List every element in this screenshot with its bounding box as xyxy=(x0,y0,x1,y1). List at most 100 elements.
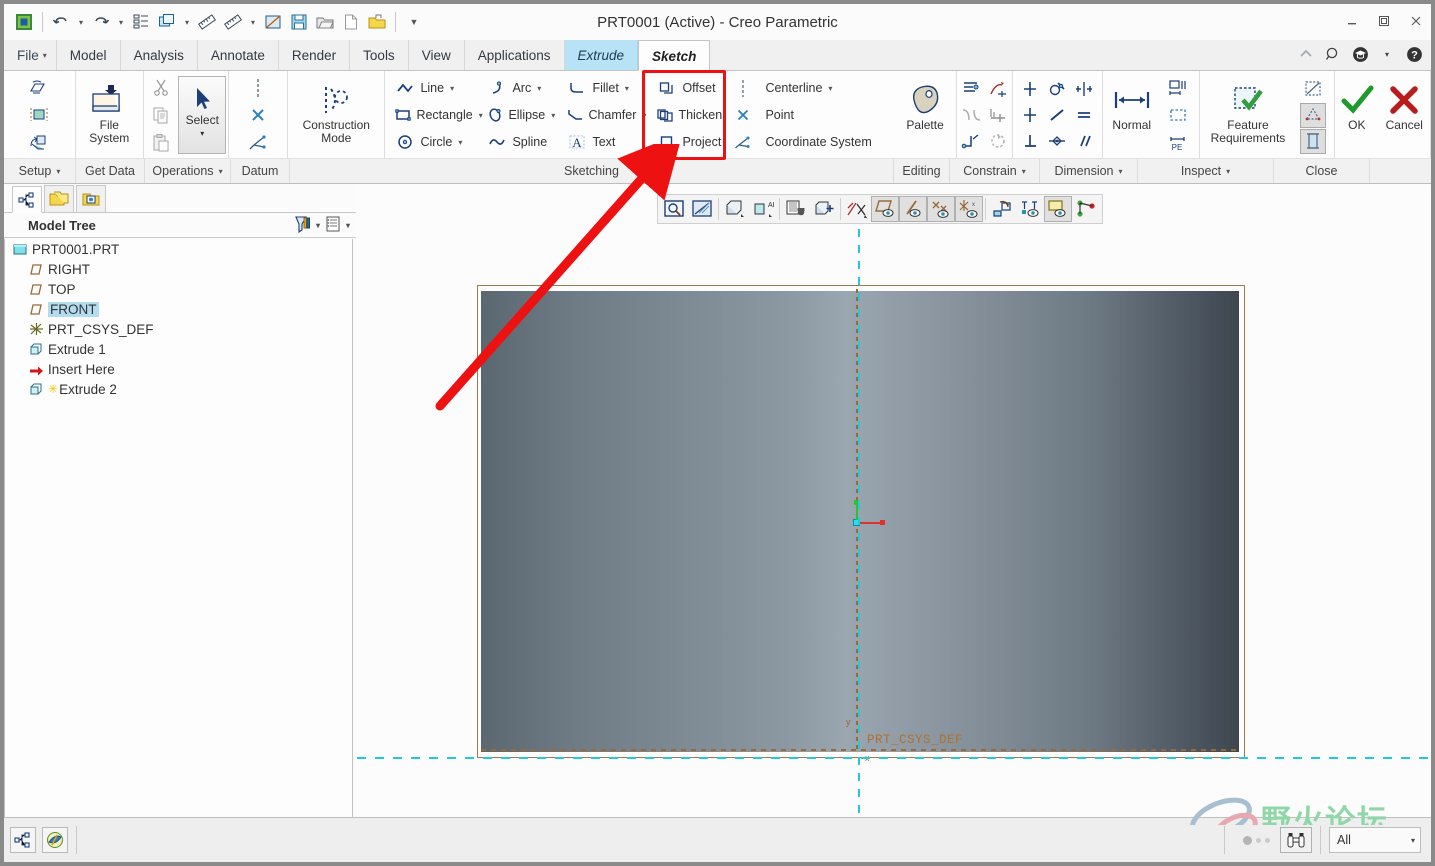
graduation-help-icon[interactable] xyxy=(1351,45,1369,63)
sketch-plane-display-icon[interactable] xyxy=(1044,196,1072,222)
constrain-caret-icon[interactable]: ▾ xyxy=(1022,167,1026,176)
feature-requirements-button[interactable]: Feature Requirements xyxy=(1202,75,1294,155)
coordinate-system-menu-item[interactable]: Coordinate System xyxy=(761,129,888,155)
model-tree[interactable]: PRT0001.PRT RIGHT TOP FRONT PRT_CSYS_DEF… xyxy=(4,239,353,825)
app-logo-icon[interactable] xyxy=(12,10,36,34)
rectangle-menu-item[interactable]: Rectangle ▾ xyxy=(391,102,483,128)
favorites-tab[interactable] xyxy=(76,185,106,212)
paste-icon[interactable] xyxy=(148,131,174,156)
help-icon[interactable]: ? xyxy=(1405,45,1423,63)
shade-closed-loops-icon[interactable] xyxy=(1299,128,1326,154)
thicken-menu-item[interactable]: Thicken xyxy=(653,102,725,128)
copy-icon[interactable] xyxy=(148,103,174,128)
selection-filter-dropdown[interactable]: All ▾ xyxy=(1329,827,1421,853)
tree-filters-icon[interactable] xyxy=(292,215,312,236)
tab-file[interactable]: File ▾ xyxy=(4,40,57,70)
tab-model[interactable]: Model xyxy=(56,40,121,70)
annotation-tag-display-icon[interactable] xyxy=(1016,196,1044,222)
corner-trim-icon[interactable] xyxy=(958,129,984,154)
model-tree-tab[interactable] xyxy=(12,186,42,213)
sketcher-display-icon[interactable] xyxy=(1072,196,1100,222)
sketch-display-filters-icon[interactable] xyxy=(843,196,871,222)
tree-row-top[interactable]: TOP xyxy=(5,279,352,299)
point-mini-icon[interactable] xyxy=(730,103,756,128)
equal-constraint-icon[interactable] xyxy=(1071,103,1097,128)
folder-browser-tab[interactable] xyxy=(44,185,74,212)
sketch-setup-icon[interactable] xyxy=(26,76,52,101)
tree-settings-caret-icon[interactable]: ▾ xyxy=(346,221,350,230)
inspect-caret-icon[interactable]: ▾ xyxy=(1226,167,1230,176)
open-folder-icon[interactable] xyxy=(365,10,389,34)
vertical-constraint-icon[interactable] xyxy=(1017,77,1043,102)
ellipse-menu-item[interactable]: Ellipse ▾ xyxy=(483,102,555,128)
datum-centerline-icon[interactable] xyxy=(245,76,271,101)
tab-render[interactable]: Render xyxy=(278,40,351,70)
project-menu-item[interactable]: Project xyxy=(653,129,725,155)
tree-row-csys[interactable]: PRT_CSYS_DEF xyxy=(5,319,352,339)
spline-menu-item[interactable]: Spline xyxy=(483,129,551,155)
window-switch-icon[interactable] xyxy=(155,10,179,34)
cut-icon[interactable] xyxy=(148,75,174,100)
display-style-icon[interactable] xyxy=(688,196,716,222)
spin-center-icon[interactable] xyxy=(988,196,1016,222)
rotate-resize-icon[interactable] xyxy=(985,129,1011,154)
tree-row-insert-here[interactable]: Insert Here xyxy=(5,359,352,379)
references-icon[interactable] xyxy=(26,103,52,128)
measure2-dropdown-icon[interactable]: ▾ xyxy=(247,10,259,34)
line-caret-icon[interactable]: ▾ xyxy=(450,84,454,93)
undo-dropdown-icon[interactable]: ▾ xyxy=(75,10,87,34)
construction-mode-button[interactable]: Construction Mode xyxy=(291,75,381,155)
operations-caret-icon[interactable]: ▾ xyxy=(219,167,223,176)
layers-icon[interactable] xyxy=(782,196,810,222)
save-icon[interactable] xyxy=(287,10,311,34)
new-icon[interactable] xyxy=(339,10,363,34)
symmetric-constraint-icon[interactable] xyxy=(1071,77,1097,102)
palette-button[interactable]: Palette xyxy=(895,75,956,155)
binoculars-icon[interactable] xyxy=(1280,827,1312,853)
datum-coordinate-system-icon[interactable] xyxy=(245,130,271,155)
tree-row-extrude1[interactable]: Extrude 1 xyxy=(5,339,352,359)
tree-row-extrude2[interactable]: ✳ Extrude 2 xyxy=(5,379,352,399)
highlight-open-ends-icon[interactable] xyxy=(1299,102,1326,128)
graduation-dropdown-icon[interactable]: ▾ xyxy=(1378,45,1396,63)
tab-extrude[interactable]: Extrude xyxy=(564,40,639,70)
chevron-down-icon[interactable]: ▾ xyxy=(1411,836,1415,845)
circle-caret-icon[interactable]: ▾ xyxy=(458,138,462,147)
normal-dimension-button[interactable]: Normal xyxy=(1105,75,1159,155)
collapse-ribbon-icon[interactable] xyxy=(1297,45,1315,63)
perimeter-dimension-icon[interactable]: PE xyxy=(1165,130,1191,155)
search-icon[interactable] xyxy=(1324,45,1342,63)
select-caret-icon[interactable]: ▾ xyxy=(200,129,204,138)
browser-toggle-icon[interactable] xyxy=(42,827,68,853)
horizontal-constraint-icon[interactable] xyxy=(1017,103,1043,128)
saved-orientations-icon[interactable] xyxy=(721,196,749,222)
arc-menu-item[interactable]: Arc ▾ xyxy=(483,75,551,101)
divide-icon[interactable] xyxy=(958,103,984,128)
coordinate-system-mini-icon[interactable] xyxy=(730,130,756,155)
select-button[interactable]: Select ▾ xyxy=(178,76,227,154)
offset-menu-item[interactable]: Offset xyxy=(653,75,725,101)
centerline-menu-item[interactable]: Centerline ▾ xyxy=(761,75,888,101)
model-view[interactable]: PRT_CSYS_DEF x y xyxy=(477,285,1245,763)
annotation-display-icon[interactable]: AB xyxy=(749,196,777,222)
chamfer-menu-item[interactable]: Chamfer ▾ xyxy=(563,102,646,128)
overlapping-geometry-icon[interactable] xyxy=(1300,77,1326,102)
tree-settings-icon[interactable] xyxy=(324,215,342,236)
tree-row-front[interactable]: FRONT xyxy=(5,299,352,319)
repaint-icon[interactable] xyxy=(261,10,285,34)
tree-filters-caret-icon[interactable]: ▾ xyxy=(316,221,320,230)
modify-icon[interactable] xyxy=(958,77,984,102)
dimension-caret-icon[interactable]: ▾ xyxy=(1119,167,1123,176)
coincident-constraint-icon[interactable] xyxy=(1044,129,1070,154)
redo-dropdown-icon[interactable]: ▾ xyxy=(115,10,127,34)
perpendicular-constraint-icon[interactable] xyxy=(1017,129,1043,154)
group-label-operations[interactable]: Operations ▾ xyxy=(145,159,231,183)
group-label-inspect[interactable]: Inspect ▾ xyxy=(1138,159,1274,183)
open-icon[interactable] xyxy=(313,10,337,34)
regenerate-icon[interactable] xyxy=(129,10,153,34)
text-menu-item[interactable]: A Text xyxy=(563,129,641,155)
datum-plane-display-icon[interactable] xyxy=(871,196,899,222)
window-switch-dropdown-icon[interactable]: ▾ xyxy=(181,10,193,34)
refit-icon[interactable] xyxy=(660,196,688,222)
measure-icon[interactable] xyxy=(195,10,219,34)
